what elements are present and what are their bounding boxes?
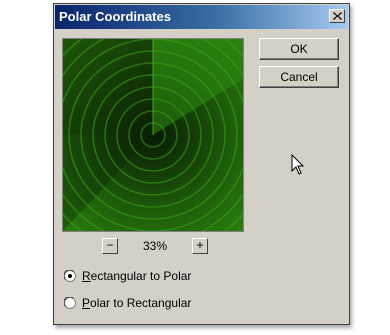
rectangular-to-polar-label: Rectangular to Polar [82,269,192,283]
polar-preview-image [63,39,243,231]
filter-preview[interactable] [62,38,244,232]
dialog-title: Polar Coordinates [59,9,171,24]
zoom-level: 33% [142,239,168,253]
radio-selected-icon[interactable] [64,270,76,282]
ok-button[interactable]: OK [259,38,339,60]
polar-to-rectangular-label: Polar to Rectangular [82,296,192,310]
close-button[interactable] [329,9,345,23]
close-icon [333,12,342,20]
cancel-button[interactable]: Cancel [259,66,339,88]
radio-unselected-icon[interactable] [64,297,76,309]
zoom-out-button[interactable]: − [102,238,118,254]
mouse-pointer-icon [291,154,305,175]
zoom-controls: − 33% + [100,237,208,257]
polar-coordinates-dialog: Polar Coordinates − 33% + OK Cancel Rect… [53,3,350,325]
title-bar[interactable]: Polar Coordinates [55,5,348,29]
zoom-in-button[interactable]: + [192,238,208,254]
